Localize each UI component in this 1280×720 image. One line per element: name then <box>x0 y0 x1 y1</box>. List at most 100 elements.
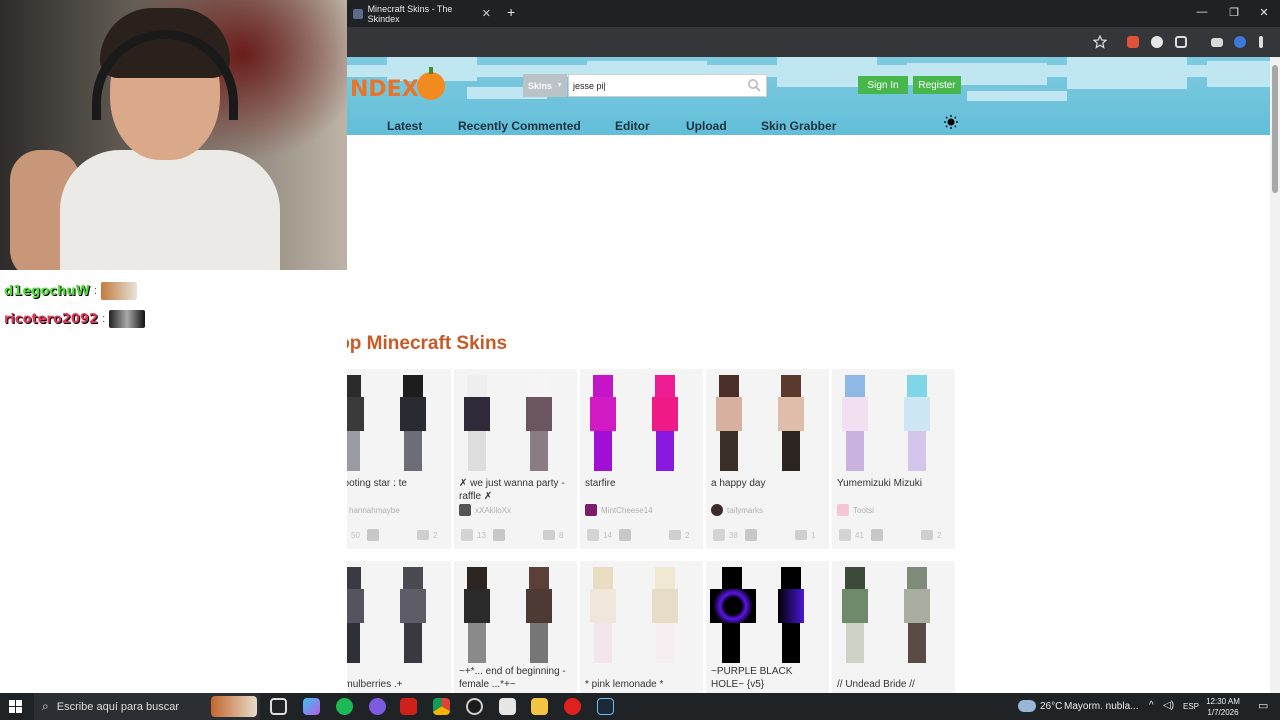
comment-count: 2 <box>937 531 942 540</box>
thumbs-up-icon[interactable] <box>461 529 473 541</box>
opera-icon[interactable] <box>564 698 581 715</box>
site-logo[interactable]: NDEX <box>350 77 419 102</box>
browser-menu-icon[interactable] <box>1259 36 1263 48</box>
thumbs-down-icon[interactable] <box>745 529 757 541</box>
file-explorer-icon[interactable] <box>531 698 548 715</box>
comment-count: 2 <box>685 531 690 540</box>
skin-author[interactable]: MintCheese14 <box>585 504 653 516</box>
windows-start-icon[interactable] <box>9 700 22 713</box>
skin-card[interactable]: Yumemizuki Mizuki Tootsi 41 2 <box>832 369 955 549</box>
page-scrollbar[interactable] <box>1270 57 1280 693</box>
skin-card[interactable]: * pink lemonade * <box>580 561 703 693</box>
app-icon[interactable] <box>499 698 516 715</box>
theme-toggle-sun-icon[interactable] <box>944 115 958 129</box>
skin-title[interactable]: Yumemizuki Mizuki <box>837 477 952 490</box>
obs-icon[interactable] <box>466 698 483 715</box>
skin-card[interactable]: // Undead Bride // <box>832 561 955 693</box>
skin-title[interactable]: * pink lemonade * <box>585 678 700 691</box>
voice-app-icon[interactable] <box>400 698 417 715</box>
skin-title[interactable]: a happy day <box>711 477 826 490</box>
close-window-button[interactable]: ✕ <box>1254 6 1274 19</box>
bookmark-star-icon[interactable] <box>1093 35 1107 49</box>
skin-author[interactable]: Tootsi <box>837 504 874 516</box>
skin-card[interactable]: +. mulberries .+ <box>347 561 451 693</box>
extension-fox-icon[interactable] <box>1127 36 1139 48</box>
nav-item-editor[interactable]: Editor <box>615 119 650 133</box>
skin-card[interactable]: ~+*... end of beginning - female ...*+~ <box>454 561 577 693</box>
skin-preview <box>580 369 703 474</box>
thumbs-down-icon[interactable] <box>493 529 505 541</box>
weather-cloud-icon[interactable] <box>1018 700 1036 712</box>
chat-username: ricotero2092 <box>4 311 99 327</box>
skin-stats: 38 1 <box>711 529 824 543</box>
extensions-puzzle-icon[interactable] <box>1175 36 1187 48</box>
nav-item-latest[interactable]: Latest <box>387 119 422 133</box>
nav-item-recently-commented[interactable]: Recently Commented <box>458 119 581 133</box>
skin-author[interactable]: hannahmaybe <box>347 504 400 516</box>
search-icon[interactable] <box>747 78 761 92</box>
language-indicator[interactable]: ESP <box>1183 702 1199 711</box>
register-button[interactable]: Register <box>913 76 961 94</box>
chat-message: ricotero2092 : <box>4 306 164 332</box>
skin-title[interactable]: +. mulberries .+ <box>347 678 448 691</box>
new-tab-button[interactable]: + <box>507 4 515 20</box>
thumbs-up-icon[interactable] <box>839 529 851 541</box>
site-header: NDEX Skins ▼ Sign In Register Latest Rec… <box>347 57 1270 135</box>
weather-description[interactable]: Mayorm. nubla... <box>1064 701 1138 712</box>
skin-title[interactable]: ~PURPLE BLACK HOLE~ {v5} <box>711 665 826 691</box>
author-name: hannahmaybe <box>349 505 400 515</box>
weather-temperature[interactable]: 26°C <box>1040 701 1062 712</box>
spotify-icon[interactable] <box>336 698 353 715</box>
close-tab-icon[interactable]: ✕ <box>482 7 491 20</box>
emote-image <box>101 282 138 300</box>
screen: { "browser": { "tab_title": "Minecraft S… <box>0 0 1280 720</box>
taskbar-search-placeholder: Escribe aquí para buscar <box>56 700 180 713</box>
skin-stats: 14 2 <box>585 529 698 543</box>
search-input[interactable] <box>568 74 767 97</box>
comment-icon <box>417 530 429 540</box>
restore-button[interactable]: ❐ <box>1224 6 1244 19</box>
profile-avatar[interactable] <box>1234 36 1246 48</box>
copilot-icon[interactable] <box>303 698 320 715</box>
notifications-icon[interactable]: ▭ <box>1258 699 1268 712</box>
skin-card[interactable]: ✗ we just wanna party - raffle ✗ xXAkilo… <box>454 369 577 549</box>
skin-stats: 13 8 <box>459 529 572 543</box>
like-count: 13 <box>477 531 486 540</box>
tray-chevron-icon[interactable]: ^ <box>1149 700 1154 711</box>
skin-title[interactable]: ~+*... end of beginning - female ...*+~ <box>459 665 574 691</box>
nav-item-skin-grabber[interactable]: Skin Grabber <box>761 119 836 133</box>
skin-card[interactable]: a happy day tailymarks 38 1 <box>706 369 829 549</box>
skin-title[interactable]: ✗ we just wanna party - raffle ✗ <box>459 477 574 503</box>
extension-bubble-icon[interactable] <box>1151 36 1163 48</box>
chrome-icon[interactable] <box>433 698 450 715</box>
like-count: 14 <box>603 531 612 540</box>
comment-count: 1 <box>811 531 816 540</box>
scrollbar-thumb[interactable] <box>1272 65 1278 193</box>
discord-icon[interactable] <box>369 698 386 715</box>
browser-tab[interactable]: Minecraft Skins - The Skindex ✕ <box>347 0 499 27</box>
volume-icon[interactable]: ◁) <box>1163 700 1174 711</box>
thumbs-down-icon[interactable] <box>871 529 883 541</box>
task-view-icon[interactable] <box>270 698 287 715</box>
minimize-button[interactable]: — <box>1192 6 1212 18</box>
chat-separator: : <box>102 313 106 325</box>
thumbs-up-icon[interactable] <box>587 529 599 541</box>
skin-card[interactable]: starfire MintCheese14 14 2 <box>580 369 703 549</box>
like-count: 41 <box>855 531 864 540</box>
skin-author[interactable]: tailymarks <box>711 504 763 516</box>
skin-author[interactable]: xXAkiloXx <box>459 504 511 516</box>
skin-card[interactable]: ~PURPLE BLACK HOLE~ {v5} <box>706 561 829 693</box>
skin-title[interactable]: // Undead Bride // <box>837 678 952 691</box>
nav-item-upload[interactable]: Upload <box>686 119 727 133</box>
clock[interactable]: 12:30 AM 1/7/2026 <box>1203 696 1243 718</box>
search-type-select[interactable]: Skins ▼ <box>523 74 567 97</box>
steam-icon[interactable] <box>597 698 614 715</box>
skin-title[interactable]: starfire <box>585 477 700 490</box>
thumbs-up-icon[interactable] <box>713 529 725 541</box>
skin-card[interactable]: shooting star : te hannahmaybe 50 2 <box>347 369 451 549</box>
thumbs-down-icon[interactable] <box>367 529 379 541</box>
skin-title[interactable]: shooting star : te <box>347 477 448 490</box>
thumbs-down-icon[interactable] <box>619 529 631 541</box>
reading-list-icon[interactable] <box>1211 38 1223 47</box>
sign-in-button[interactable]: Sign In <box>858 76 908 94</box>
